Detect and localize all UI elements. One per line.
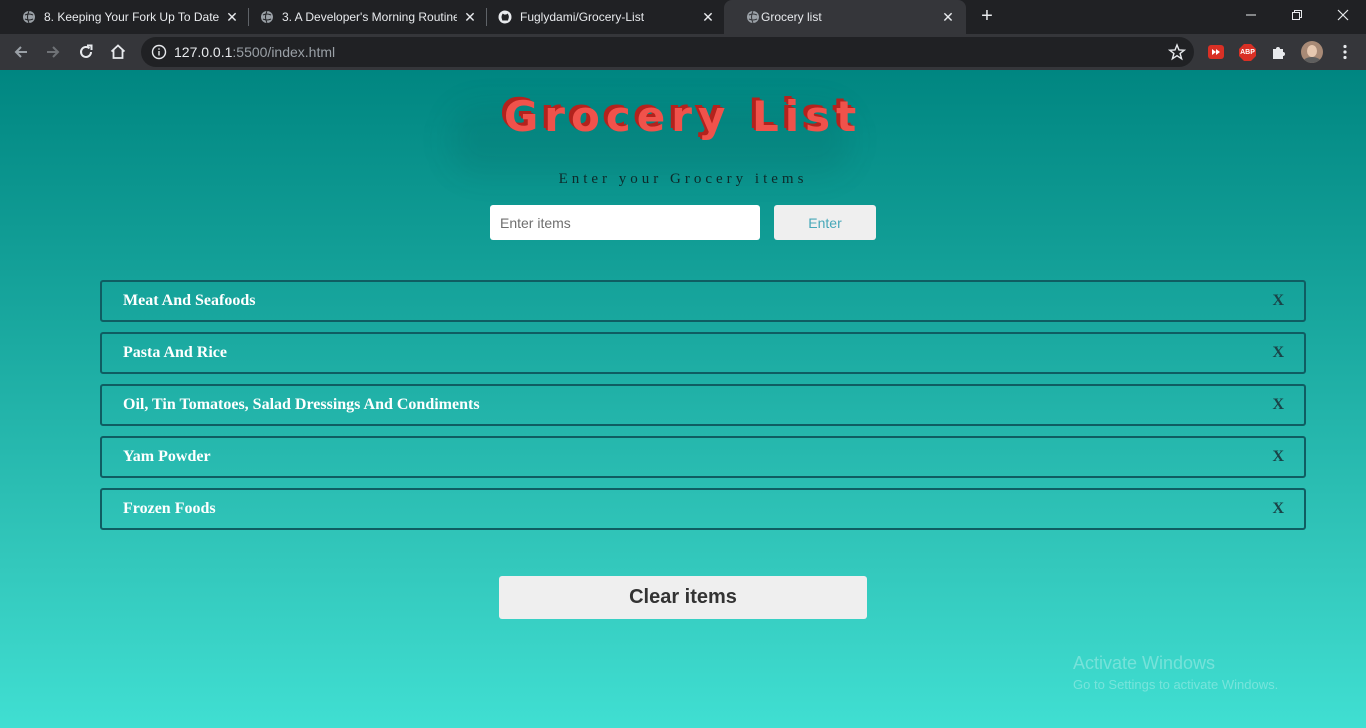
globe-icon — [747, 10, 759, 24]
remove-item-button[interactable]: X — [1272, 282, 1284, 320]
close-icon — [1337, 9, 1349, 21]
list-item: Pasta And Rice X — [100, 332, 1306, 374]
page-subtitle: Enter your Grocery items — [558, 171, 808, 187]
avatar-shoulders — [1303, 57, 1321, 63]
video-extension-icon[interactable] — [1207, 43, 1225, 61]
close-tab-icon[interactable]: ✕ — [700, 9, 716, 25]
grocery-page: Grocery List Enter your Grocery items En… — [0, 70, 1366, 728]
list-item: Meat And Seafoods X — [100, 280, 1306, 322]
list-item: Oil, Tin Tomatoes, Salad Dressings And C… — [100, 384, 1306, 426]
item-label: Oil, Tin Tomatoes, Salad Dressings And C… — [123, 396, 480, 413]
avatar-face — [1307, 45, 1317, 57]
tab-title: 8. Keeping Your Fork Up To Date — [44, 10, 219, 24]
browser-menu-icon[interactable] — [1336, 43, 1354, 61]
address-bar[interactable]: 127.0.0.1:5500/index.html — [141, 37, 1194, 67]
list-item: Frozen Foods X — [100, 488, 1306, 530]
remove-item-button[interactable]: X — [1272, 438, 1284, 476]
tab-github-repo[interactable]: Fuglydami/Grocery-List ✕ — [476, 0, 724, 34]
list-item: Yam Powder X — [100, 436, 1306, 478]
globe-icon — [23, 10, 35, 24]
url-host: 127.0.0.1 — [174, 44, 233, 60]
home-icon — [110, 44, 126, 59]
page-title: Grocery List — [503, 92, 863, 141]
item-label: Meat And Seafoods — [123, 292, 256, 309]
github-icon — [498, 10, 512, 24]
forward-arrow-icon — [47, 46, 60, 58]
remove-item-button[interactable]: X — [1272, 490, 1284, 528]
browser-toolbar: 127.0.0.1:5500/index.html ABP — [0, 34, 1366, 70]
clear-items-button[interactable]: Clear items — [499, 576, 867, 619]
item-label: Yam Powder — [123, 448, 211, 465]
info-icon[interactable] — [151, 44, 167, 60]
tab-grocery-list[interactable]: Grocery list ✕ — [724, 0, 966, 34]
home-button[interactable] — [105, 39, 131, 65]
minimize-icon — [1246, 14, 1256, 16]
enter-button[interactable]: Enter — [774, 205, 876, 240]
forward-button[interactable] — [40, 39, 66, 65]
remove-item-button[interactable]: X — [1272, 334, 1284, 372]
close-tab-icon[interactable]: ✕ — [940, 9, 956, 25]
globe-icon — [261, 10, 273, 24]
bookmark-star-icon[interactable] — [1168, 43, 1186, 61]
tab-title: Fuglydami/Grocery-List — [520, 10, 645, 24]
restore-icon — [1292, 10, 1302, 20]
tab-title: 3. A Developer's Morning Routine — [282, 10, 457, 24]
new-tab-button[interactable]: + — [976, 5, 998, 27]
adblock-plus-icon[interactable]: ABP — [1238, 43, 1257, 62]
close-window-button[interactable] — [1320, 0, 1366, 30]
reload-icon — [80, 44, 93, 58]
remove-item-button[interactable]: X — [1272, 386, 1284, 424]
tab-strip: 8. Keeping Your Fork Up To Date ✕ 3. A D… — [0, 0, 1366, 34]
watermark-subtitle: Go to Settings to activate Windows. — [1073, 677, 1279, 692]
tab-fork[interactable]: 8. Keeping Your Fork Up To Date ✕ — [0, 0, 248, 34]
watermark-title: Activate Windows — [1073, 653, 1216, 673]
url-path: :5500/index.html — [232, 44, 336, 60]
extensions-puzzle-icon[interactable] — [1270, 43, 1288, 61]
back-button[interactable] — [8, 39, 34, 65]
restore-button[interactable] — [1274, 0, 1320, 30]
reload-button[interactable] — [73, 39, 99, 65]
item-label: Pasta And Rice — [123, 344, 227, 361]
item-label: Frozen Foods — [123, 500, 216, 517]
profile-avatar[interactable] — [1301, 41, 1323, 63]
tab-title: Grocery list — [761, 10, 822, 24]
back-arrow-icon — [14, 46, 27, 58]
grocery-list: Meat And Seafoods X Pasta And Rice X Oil… — [100, 280, 1306, 540]
activate-windows-watermark: Activate Windows Go to Settings to activ… — [1073, 652, 1278, 694]
adblock-label: ABP — [1240, 49, 1255, 56]
minimize-button[interactable] — [1228, 0, 1274, 30]
url-text[interactable]: 127.0.0.1:5500/index.html — [174, 45, 335, 59]
tab-morning-routine[interactable]: 3. A Developer's Morning Routine ✕ — [238, 0, 486, 34]
grocery-item-input[interactable] — [490, 205, 760, 240]
